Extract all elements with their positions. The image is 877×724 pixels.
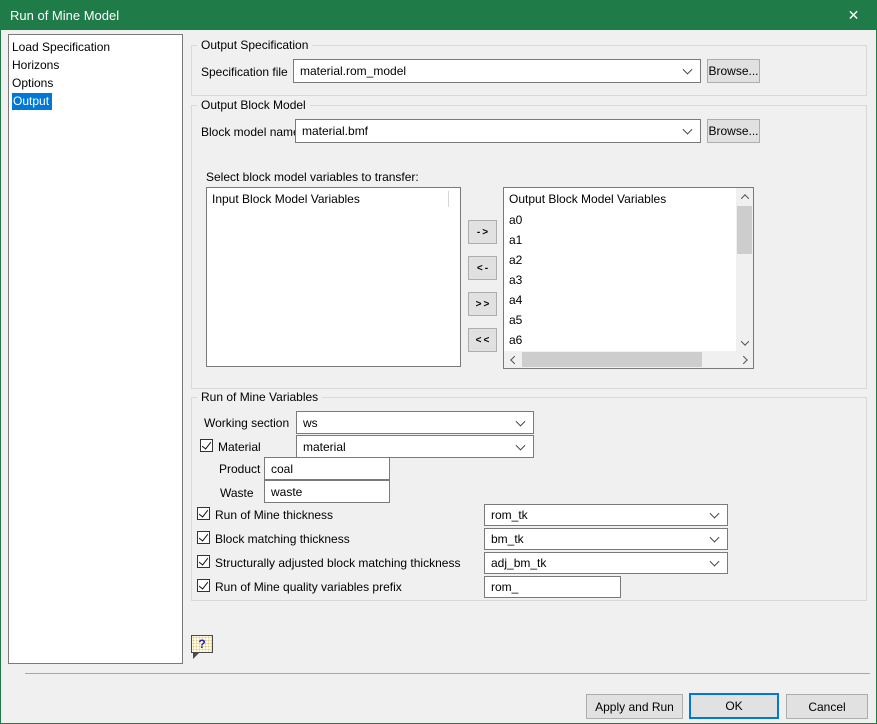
scroll-left-icon[interactable] [504, 351, 521, 368]
sidebar-item-label: Load Specification [12, 40, 110, 54]
sidebar-item-label: Options [12, 76, 53, 90]
sidebar-item-horizons[interactable]: Horizons [9, 56, 182, 74]
list-item[interactable]: a5 [504, 310, 736, 330]
move-right-button[interactable]: -> [468, 220, 497, 244]
list-item[interactable]: a4 [504, 290, 736, 310]
browse-block-model-button[interactable]: Browse... [707, 119, 760, 143]
footer-divider [25, 673, 870, 674]
adjusted-block-matching-thickness-checkbox[interactable] [197, 555, 210, 568]
list-item[interactable]: a6 [504, 330, 736, 350]
close-button[interactable]: ✕ [831, 1, 876, 30]
move-all-right-button[interactable]: >> [468, 292, 497, 316]
apply-and-run-button[interactable]: Apply and Run [586, 694, 683, 719]
sidebar-item-label: Output [12, 93, 52, 110]
working-section-combo[interactable]: ws [296, 411, 534, 434]
question-mark-icon: ? [198, 638, 205, 650]
adjusted-block-matching-thickness-combo[interactable]: adj_bm_tk [484, 552, 728, 574]
block-matching-thickness-label: Block matching thickness [215, 532, 350, 546]
material-label: Material [218, 440, 261, 454]
scroll-up-icon[interactable] [736, 188, 753, 205]
sidebar-item-load-specification[interactable]: Load Specification [9, 38, 182, 56]
cancel-button[interactable]: Cancel [786, 694, 868, 719]
output-variables-list[interactable]: Output Block Model Variables a0 a1 a2 a3… [503, 187, 754, 369]
list-item[interactable]: a3 [504, 270, 736, 290]
scroll-down-icon[interactable] [736, 334, 753, 351]
page-list[interactable]: Load Specification Horizons Options Outp… [8, 34, 183, 664]
column-divider [448, 191, 449, 207]
scroll-right-icon[interactable] [736, 351, 753, 368]
material-combo[interactable]: material [296, 435, 534, 458]
chevron-down-icon [710, 557, 720, 567]
output-specification-group-label: Output Specification [197, 38, 312, 52]
vertical-scrollbar[interactable] [736, 188, 753, 351]
rom-thickness-checkbox[interactable] [197, 507, 210, 520]
quality-prefix-label: Run of Mine quality variables prefix [215, 580, 402, 594]
horizontal-scroll-thumb[interactable] [522, 352, 702, 367]
window-title: Run of Mine Model [10, 8, 119, 23]
output-block-model-group-label: Output Block Model [197, 98, 310, 112]
block-matching-thickness-checkbox[interactable] [197, 531, 210, 544]
specification-file-combo[interactable]: material.rom_model [293, 59, 701, 83]
material-checkbox[interactable] [200, 439, 213, 452]
specification-file-label: Specification file [201, 65, 288, 79]
title-bar[interactable]: Run of Mine Model [1, 1, 876, 30]
product-label: Product [219, 462, 260, 476]
chevron-down-icon [516, 440, 526, 450]
close-icon: ✕ [848, 7, 860, 24]
ok-button[interactable]: OK [689, 693, 779, 719]
waste-field[interactable]: waste [264, 480, 390, 503]
chevron-down-icon [683, 125, 693, 135]
chevron-down-icon [710, 533, 720, 543]
vertical-scroll-thumb[interactable] [737, 206, 752, 254]
sidebar-item-output[interactable]: Output [9, 92, 182, 110]
list-item[interactable]: a2 [504, 250, 736, 270]
horizontal-scrollbar[interactable] [504, 351, 753, 368]
adjusted-block-matching-thickness-label: Structurally adjusted block matching thi… [215, 556, 460, 570]
waste-label: Waste [220, 486, 254, 500]
sidebar-item-options[interactable]: Options [9, 74, 182, 92]
rom-variables-group-label: Run of Mine Variables [197, 390, 322, 404]
transfer-instruction-label: Select block model variables to transfer… [206, 170, 419, 184]
list-item[interactable]: a1 [504, 230, 736, 250]
output-variables-header: Output Block Model Variables [504, 188, 736, 210]
block-model-name-value: material.bmf [302, 124, 368, 138]
input-variables-header: Input Block Model Variables [207, 188, 460, 210]
quality-prefix-checkbox[interactable] [197, 579, 210, 592]
list-item[interactable]: a0 [504, 210, 736, 230]
working-section-label: Working section [204, 416, 289, 430]
browse-specification-button[interactable]: Browse... [707, 59, 760, 83]
specification-file-value: material.rom_model [300, 64, 406, 78]
product-field[interactable]: coal [264, 457, 390, 480]
sidebar-item-label: Horizons [12, 58, 59, 72]
move-all-left-button[interactable]: << [468, 328, 497, 352]
dialog-window: Run of Mine Model ✕ Load Specification H… [0, 0, 877, 724]
block-model-name-label: Block model name [201, 125, 300, 139]
input-variables-list[interactable]: Input Block Model Variables [206, 187, 461, 367]
rom-thickness-combo[interactable]: rom_tk [484, 504, 728, 526]
quality-prefix-field[interactable]: rom_ [484, 576, 621, 598]
output-variables-viewport: Output Block Model Variables a0 a1 a2 a3… [504, 188, 736, 351]
chevron-down-icon [516, 416, 526, 426]
block-matching-thickness-combo[interactable]: bm_tk [484, 528, 728, 550]
chevron-down-icon [683, 65, 693, 75]
rom-thickness-label: Run of Mine thickness [215, 508, 333, 522]
block-model-name-combo[interactable]: material.bmf [295, 119, 701, 143]
chevron-down-icon [710, 509, 720, 519]
help-button[interactable]: ? [191, 635, 213, 653]
move-left-button[interactable]: <- [468, 256, 497, 280]
